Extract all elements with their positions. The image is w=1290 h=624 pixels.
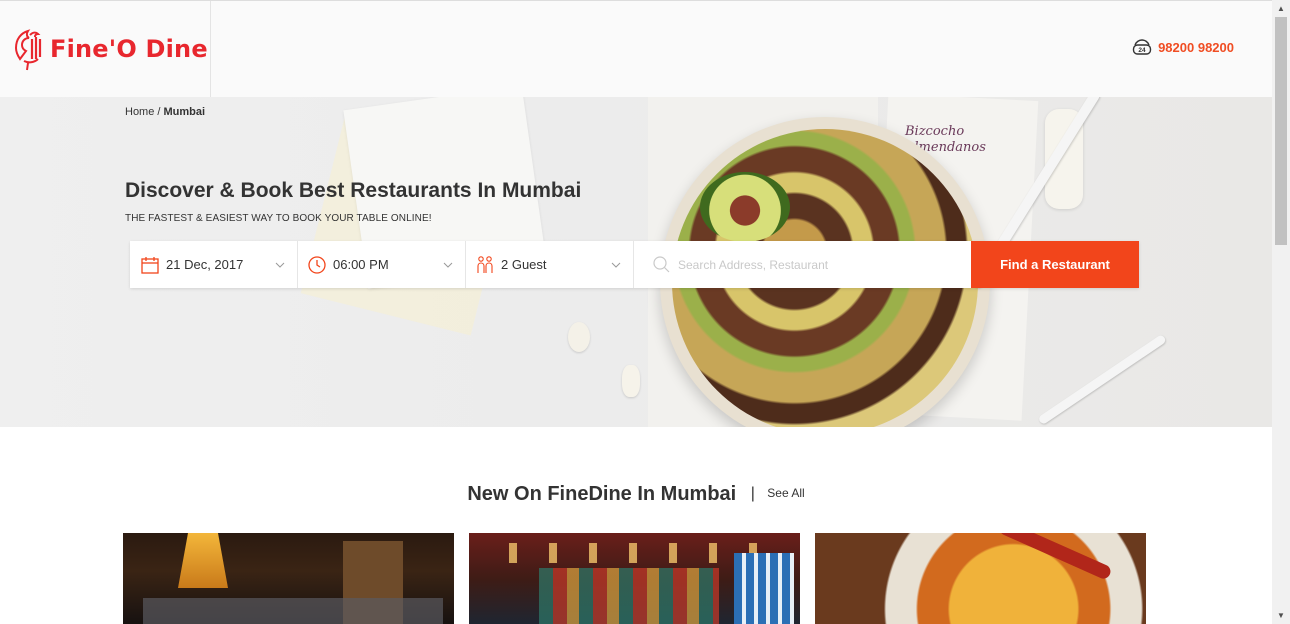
date-value: 21 Dec, 2017 [166,257,244,272]
breadcrumb-home[interactable]: Home [125,106,154,118]
logo[interactable]: Fine'O Dine [0,1,211,97]
hero-shell [568,322,590,352]
restaurant-photo-detail [178,533,228,588]
section-title: New On FineDine In Mumbai [467,483,737,505]
breadcrumb-current: Mumbai [163,106,206,118]
hero-avocado [700,172,790,242]
calendar-icon [141,256,159,274]
breadcrumb: Home / Mumbai [125,106,205,118]
date-picker[interactable]: 21 Dec, 2017 [130,241,298,288]
hero-banner: Bizcocho Almendanos Home / Mumbai Discov… [0,97,1272,427]
new-restaurants-header: New On FineDine In Mumbai | See All [0,483,1272,506]
time-value: 06:00 PM [333,257,389,272]
breadcrumb-separator: / [154,106,164,118]
chevron-down-icon [611,262,621,268]
phone-number[interactable]: 98200 98200 [1158,40,1234,55]
restaurant-card[interactable] [123,533,454,624]
restaurant-photo-detail [539,568,719,624]
clock-icon [308,255,326,274]
restaurant-card[interactable] [815,533,1146,624]
hero-shell [622,365,640,397]
see-all-link[interactable]: See All [767,486,804,500]
rooster-logo-icon [14,29,42,71]
page-scrollbar[interactable]: ▲ ▼ [1272,0,1290,624]
scroll-down-arrow-icon[interactable]: ▼ [1272,607,1290,624]
search-field [634,241,971,288]
restaurant-photo-detail [509,543,759,563]
page-subtitle: THE FASTEST & EASIEST WAY TO BOOK YOUR T… [125,213,432,224]
section-separator: | [750,485,755,502]
restaurant-photo-detail [734,553,794,624]
search-input[interactable] [678,257,968,272]
guest-picker[interactable]: 2 Guest [466,241,634,288]
search-icon [653,255,670,272]
restaurant-card[interactable] [469,533,800,624]
guests-icon [477,255,493,273]
phone-contact[interactable]: 24 98200 98200 [1132,39,1234,55]
booking-search-bar: 21 Dec, 2017 06:00 PM 2 Guest Search Add… [130,241,1139,288]
scrollbar-thumb[interactable] [1275,17,1287,245]
brand-name: Fine'O Dine [50,35,208,63]
find-restaurant-button[interactable]: Find a Restaurant [971,241,1139,288]
scroll-up-arrow-icon[interactable]: ▲ [1272,0,1290,17]
hero-pen [1037,333,1167,426]
page-title: Discover & Book Best Restaurants In Mumb… [125,179,582,202]
restaurant-photo-detail [143,598,443,624]
restaurant-photo-detail [997,533,1113,581]
chevron-down-icon [275,262,285,268]
guest-value: 2 Guest [501,257,547,272]
chevron-down-icon [443,262,453,268]
time-picker[interactable]: 06:00 PM [298,241,466,288]
24h-phone-icon: 24 [1132,39,1152,55]
page: Fine'O Dine 24 98200 98200 Bizcocho Alme… [0,0,1290,624]
site-header: Fine'O Dine 24 98200 98200 [0,0,1272,97]
svg-text:24: 24 [1138,47,1146,54]
